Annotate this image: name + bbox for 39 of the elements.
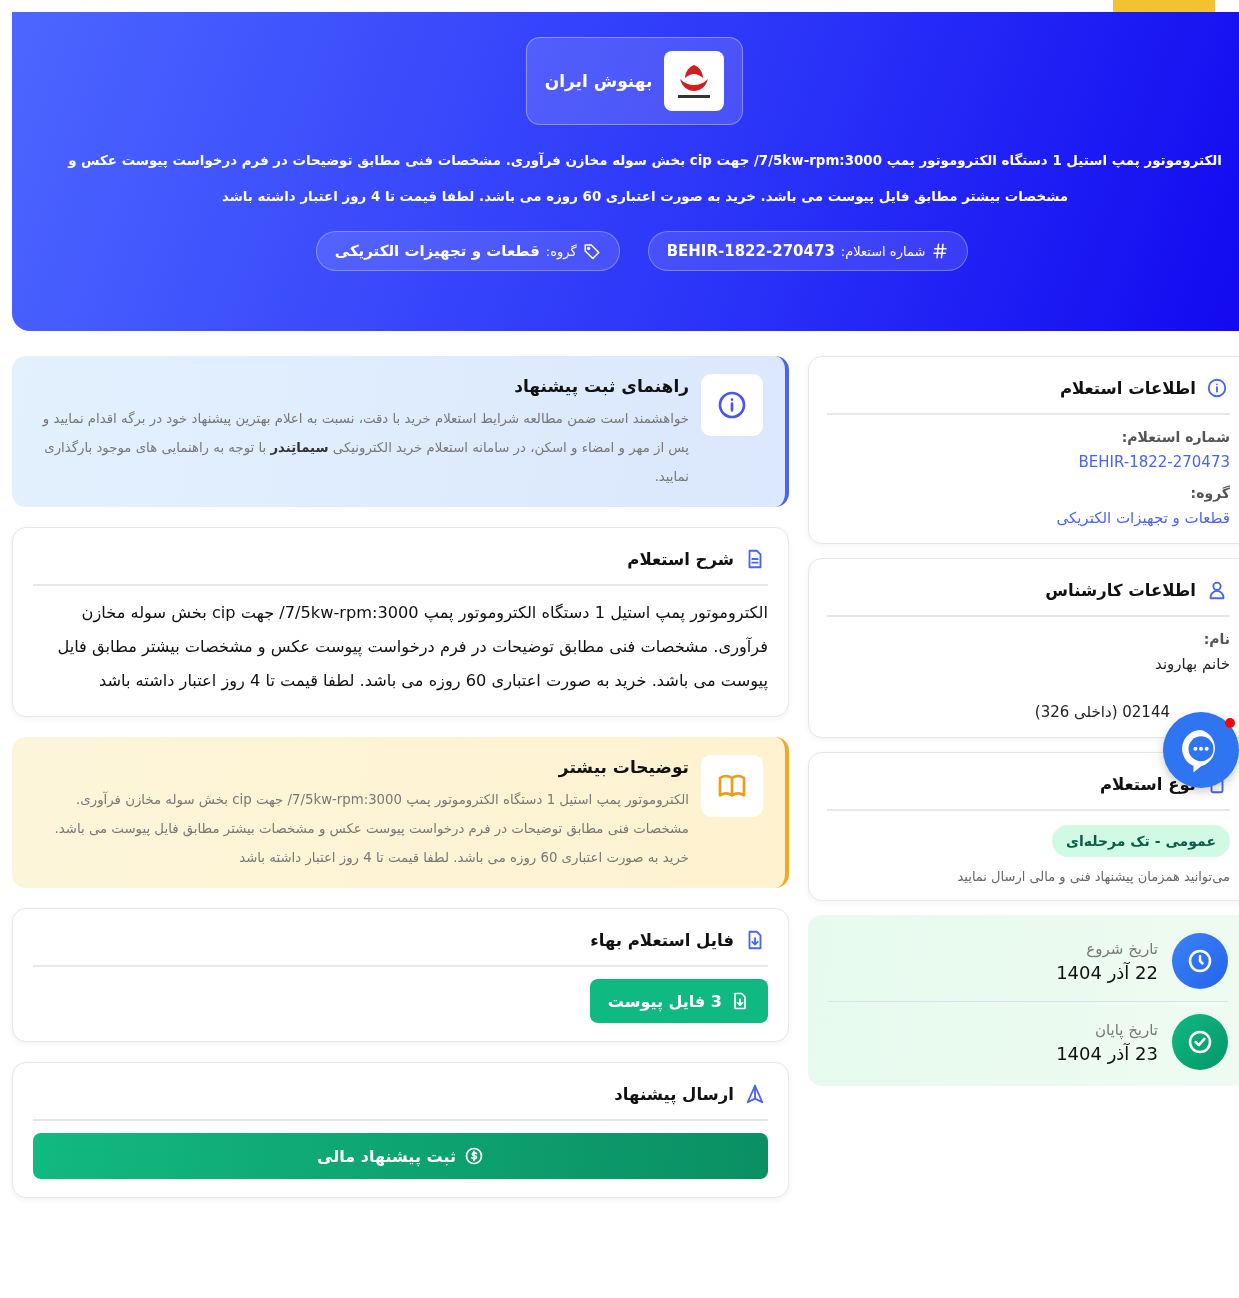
callout-title: توضیحات بیشتر: [557, 757, 689, 777]
type-badge: عمومی - تک مرحله‌ای: [1052, 825, 1230, 857]
field-value: 02144 (داخلی 326): [1034, 703, 1170, 721]
triangle-icon: [744, 1083, 766, 1105]
chip-label: شماره استعلام:: [840, 243, 926, 259]
field-label: نام:: [1202, 631, 1230, 647]
company-name: بهنوش ایران: [544, 71, 653, 91]
chip-label: گروه:: [545, 243, 577, 259]
date-value: 23 آذر 1404: [1056, 1042, 1158, 1064]
field-label: گروه:: [1189, 485, 1230, 501]
chip-value: قطعات و تجهیزات الکتریکی: [334, 242, 540, 260]
callout-title: راهنمای ثبت پیشنهاد: [513, 376, 689, 396]
field-link[interactable]: BEHIR-1822-270473: [1078, 453, 1230, 471]
dollar-icon: [463, 1146, 484, 1166]
info-icon: [716, 389, 748, 421]
card-title: ارسال پیشنهاد: [614, 1084, 734, 1104]
hash-icon: [931, 242, 950, 260]
callout-text: الکتروموتور پمپ استیل 1 دستگاه الکتروموتور پمپ 7/5kw-rpm:3000/ جهت cip بخش سوله مخازن فرآوری. مشخصات فنی مطابق توضیحات در فرم درخواست پیوست عکس و مشخصات بیشتر مطابق فایل پیوست می باشد. خرید به صورت اعتباری 60 روزه می باشد. لطفا قیمت تا 4 روز اعتبار داشته باشد: [53, 790, 689, 868]
date-label: تاریخ شروع: [1085, 939, 1158, 958]
card-title: شرح استعلام: [627, 549, 734, 569]
description-text: الکتروموتور پمپ استیل 1 دستگاه الکتروموتور پمپ 7/5kw-rpm:3000/ جهت cip بخش سوله مخازن فرآوری. مشخصات فنی مطابق توضیحات در فرم درخواست پیوست عکس و مشخصات بیشتر مطابق فایل پیوست می باشد. خرید به صورت اعتباری 60 روزه می باشد. لطفا قیمت تا 4 روز اعتبار داشته باشد: [56, 602, 768, 693]
field-label: شماره استعلام:: [1120, 429, 1230, 445]
card-title: اطلاعات کارشناس: [1045, 580, 1196, 600]
card-title: فایل استعلام بهاء: [590, 930, 734, 950]
inquiry-description: الکتروموتور پمپ استیل 1 دستگاه الکتروموتور پمپ 7/5kw-rpm:3000/ جهت cip بخش سوله مخازن فرآوری. مشخصات فنی مطابق توضیحات در فرم درخواست پیوست عکس و مشخصات بیشتر مطابق فایل پیوست می باشد. خرید به صورت اعتباری 60 روزه می باشد. لطفا قیمت تا 4 روز اعتبار داشته باشد: [66, 151, 1223, 206]
field-link[interactable]: قطعات و تجهیزات الکتریکی: [1056, 509, 1230, 527]
submit-offer-button[interactable]: ثبت پیشنهاد مالی: [33, 1133, 768, 1179]
company-logo: [664, 51, 725, 111]
type-note: می‌توانید همزمان پیشنهاد فنی و مالی ارسال نمایید: [956, 869, 1230, 884]
info-icon: [1206, 377, 1228, 399]
field-value: خانم بهاروند: [1155, 655, 1230, 673]
date-label: تاریخ پایان: [1093, 1020, 1158, 1039]
date-value: 22 آذر 1404: [1056, 961, 1158, 983]
attachments-button[interactable]: 3 فایل پیوست: [589, 979, 768, 1023]
card-title: نوع استعلام: [1099, 774, 1196, 794]
chip-value: BEHIR-1822-270473: [666, 242, 835, 260]
card-title: اطلاعات استعلام: [1059, 378, 1196, 398]
callout-text: خواهشمند است ضمن مطالعه شرایط استعلام خرید با دقت، نسبت به اعلام بهترین پیشنهاد خود در برگه اقدام نمایید و پس از مهر و امضاء و اسکن، در سامانه استعلام خرید الکترونیکی سیماتِندر با توجه به راهنمایی های موجود بارگذاری نمایید.: [41, 410, 689, 486]
tag-icon: [582, 242, 601, 260]
